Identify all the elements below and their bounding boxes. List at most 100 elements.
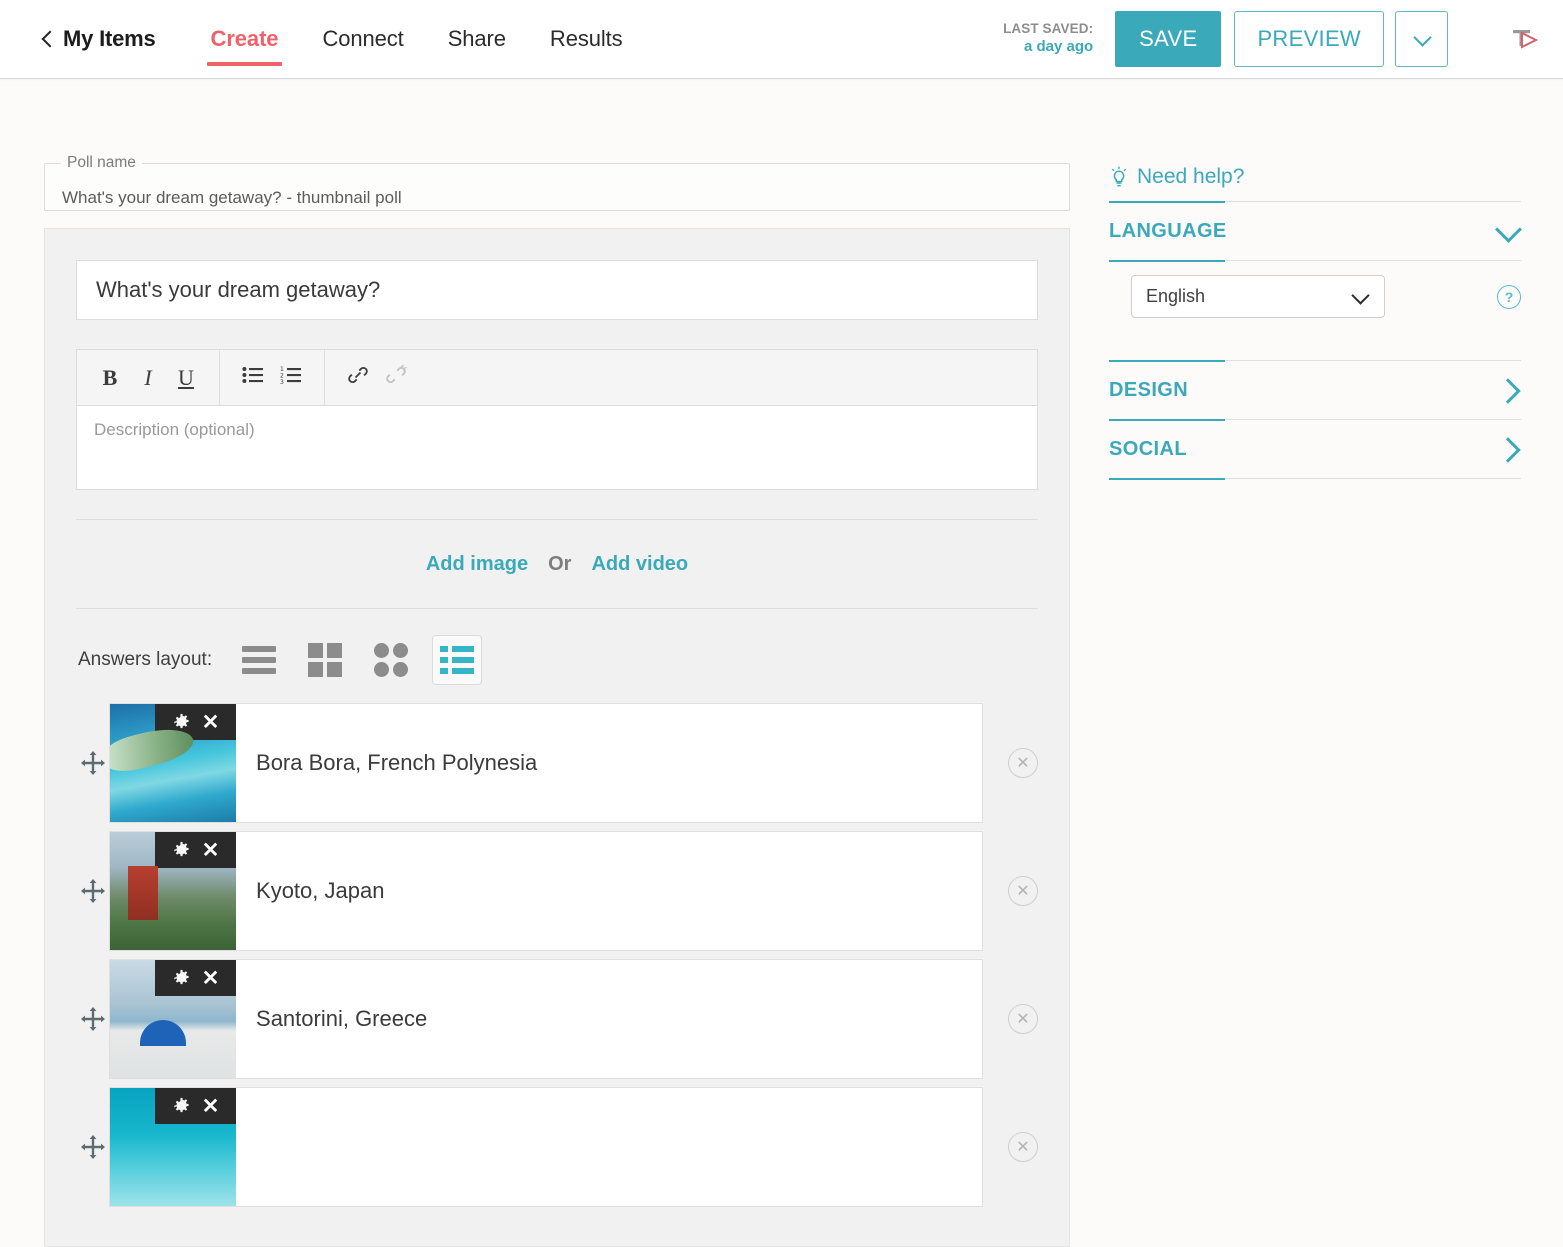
answers-layout-label: Answers layout: bbox=[78, 649, 212, 671]
answer-thumbnail[interactable]: ✕ bbox=[110, 1088, 236, 1206]
remove-circle-icon[interactable]: ✕ bbox=[1008, 876, 1038, 906]
description-input[interactable]: Description (optional) bbox=[76, 405, 1038, 490]
drag-move-icon[interactable] bbox=[76, 750, 109, 776]
chevron-down-icon[interactable] bbox=[1495, 218, 1521, 244]
gear-icon[interactable] bbox=[172, 713, 191, 732]
question-mark-icon[interactable]: ? bbox=[1497, 285, 1521, 309]
answer-box[interactable]: ✕ Bora Bora, French Polynesia bbox=[109, 703, 983, 823]
answer-label[interactable]: Santorini, Greece bbox=[236, 1006, 427, 1032]
tab-create-label: Create bbox=[211, 26, 279, 52]
tab-results-label: Results bbox=[550, 26, 623, 52]
bold-button[interactable]: B bbox=[91, 359, 129, 397]
layout-option-list-bars[interactable] bbox=[234, 635, 284, 685]
tab-create[interactable]: Create bbox=[189, 0, 301, 78]
gear-icon[interactable] bbox=[172, 841, 191, 860]
main-content: Poll name What's your dream getaway? - t… bbox=[0, 79, 1563, 1163]
thumbnail-overlay: ✕ bbox=[155, 832, 236, 868]
poll-name-field[interactable]: Poll name What's your dream getaway? - t… bbox=[44, 154, 1070, 211]
answer-box[interactable]: ✕ Kyoto, Japan bbox=[109, 831, 983, 951]
remove-circle-icon[interactable]: ✕ bbox=[1008, 748, 1038, 778]
tab-connect[interactable]: Connect bbox=[300, 0, 425, 78]
toolbar-group-link bbox=[324, 350, 429, 405]
language-select-value: English bbox=[1146, 286, 1205, 307]
tab-results[interactable]: Results bbox=[528, 0, 645, 78]
section-header-social[interactable]: SOCIAL bbox=[1109, 420, 1521, 478]
main-nav-tabs: Create Connect Share Results bbox=[189, 0, 645, 78]
close-icon[interactable]: ✕ bbox=[202, 968, 220, 989]
editor-toolbar: B I U bbox=[76, 349, 1038, 405]
unlink-icon bbox=[385, 364, 407, 391]
underline-button[interactable]: U bbox=[167, 359, 205, 397]
gear-icon[interactable] bbox=[172, 969, 191, 988]
answer-thumbnail[interactable]: ✕ bbox=[110, 960, 236, 1078]
chevron-left-icon bbox=[40, 32, 54, 46]
svg-text:3: 3 bbox=[280, 379, 284, 384]
answer-row: ✕ Santorini, Greece ✕ bbox=[76, 959, 1038, 1079]
answer-label[interactable]: Bora Bora, French Polynesia bbox=[236, 750, 537, 776]
thumbnail-overlay: ✕ bbox=[155, 960, 236, 996]
answer-box[interactable]: ✕ bbox=[109, 1087, 983, 1207]
remove-circle-icon[interactable]: ✕ bbox=[1008, 1132, 1038, 1162]
bars-icon bbox=[242, 646, 276, 674]
answer-box[interactable]: ✕ Santorini, Greece bbox=[109, 959, 983, 1079]
drag-move-icon[interactable] bbox=[76, 1134, 109, 1160]
close-icon[interactable]: ✕ bbox=[202, 840, 220, 861]
close-icon[interactable]: ✕ bbox=[202, 712, 220, 733]
gear-icon[interactable] bbox=[172, 1097, 191, 1116]
sidebar-section-language: LANGUAGE bbox=[1109, 201, 1521, 260]
last-saved-block: LAST SAVED: a day ago bbox=[1003, 21, 1093, 57]
chevron-down-icon bbox=[1414, 31, 1430, 47]
preview-button[interactable]: PREVIEW bbox=[1234, 11, 1384, 67]
grid-squares-icon bbox=[308, 643, 342, 677]
chevron-right-icon[interactable] bbox=[1495, 377, 1521, 403]
answer-thumbnail[interactable]: ✕ bbox=[110, 704, 236, 822]
section-title-language: LANGUAGE bbox=[1109, 220, 1227, 243]
spacer bbox=[1109, 338, 1521, 360]
language-divider bbox=[1109, 260, 1521, 261]
layout-option-thumbnail-list[interactable] bbox=[432, 635, 482, 685]
layout-option-grid-squares[interactable] bbox=[300, 635, 350, 685]
poll-name-input[interactable]: What's your dream getaway? - thumbnail p… bbox=[62, 188, 402, 208]
chevron-right-icon[interactable] bbox=[1495, 436, 1521, 462]
lightbulb-icon bbox=[1109, 166, 1129, 188]
sidebar-section-design: DESIGN bbox=[1109, 360, 1521, 419]
remove-circle-icon[interactable]: ✕ bbox=[1008, 1004, 1038, 1034]
description-editor: B I U bbox=[76, 349, 1038, 490]
need-help-link[interactable]: Need help? bbox=[1109, 165, 1521, 201]
link-icon bbox=[347, 364, 369, 391]
tab-share-label: Share bbox=[448, 26, 506, 52]
section-header-design[interactable]: DESIGN bbox=[1109, 361, 1521, 419]
unlink-button[interactable] bbox=[377, 359, 415, 397]
section-header-language[interactable]: LANGUAGE bbox=[1109, 202, 1521, 260]
language-select[interactable]: English bbox=[1131, 275, 1385, 318]
social-bottom-divider bbox=[1109, 478, 1521, 479]
link-button[interactable] bbox=[339, 359, 377, 397]
answer-thumbnail[interactable]: ✕ bbox=[110, 832, 236, 950]
poll-name-legend: Poll name bbox=[61, 154, 142, 172]
section-title-social: SOCIAL bbox=[1109, 438, 1187, 461]
poll-editor-column: Poll name What's your dream getaway? - t… bbox=[44, 154, 1070, 1247]
question-input[interactable]: What's your dream getaway? bbox=[76, 260, 1038, 320]
answers-layout-chooser: Answers layout: bbox=[76, 609, 1038, 703]
sidebar-section-social: SOCIAL bbox=[1109, 419, 1521, 478]
section-title-design: DESIGN bbox=[1109, 379, 1188, 402]
add-image-link[interactable]: Add image bbox=[426, 553, 528, 576]
answer-row: ✕ Bora Bora, French Polynesia ✕ bbox=[76, 703, 1038, 823]
back-label: My Items bbox=[63, 26, 156, 52]
drag-move-icon[interactable] bbox=[76, 878, 109, 904]
more-actions-button[interactable] bbox=[1395, 11, 1448, 67]
back-to-my-items[interactable]: My Items bbox=[40, 0, 156, 78]
save-button[interactable]: SAVE bbox=[1115, 11, 1221, 67]
media-actions: Add image Or Add video bbox=[76, 520, 1038, 608]
close-icon[interactable]: ✕ bbox=[202, 1096, 220, 1117]
numbered-list-button[interactable]: 1 2 3 bbox=[272, 359, 310, 397]
add-video-link[interactable]: Add video bbox=[591, 553, 688, 576]
italic-button[interactable]: I bbox=[129, 359, 167, 397]
toolbar-group-lists: 1 2 3 bbox=[219, 350, 324, 405]
layout-option-grid-circles[interactable] bbox=[366, 635, 416, 685]
bullet-list-button[interactable] bbox=[234, 359, 272, 397]
thumbnail-overlay: ✕ bbox=[155, 1088, 236, 1124]
tab-share[interactable]: Share bbox=[426, 0, 528, 78]
answer-label[interactable]: Kyoto, Japan bbox=[236, 878, 384, 904]
drag-move-icon[interactable] bbox=[76, 1006, 109, 1032]
